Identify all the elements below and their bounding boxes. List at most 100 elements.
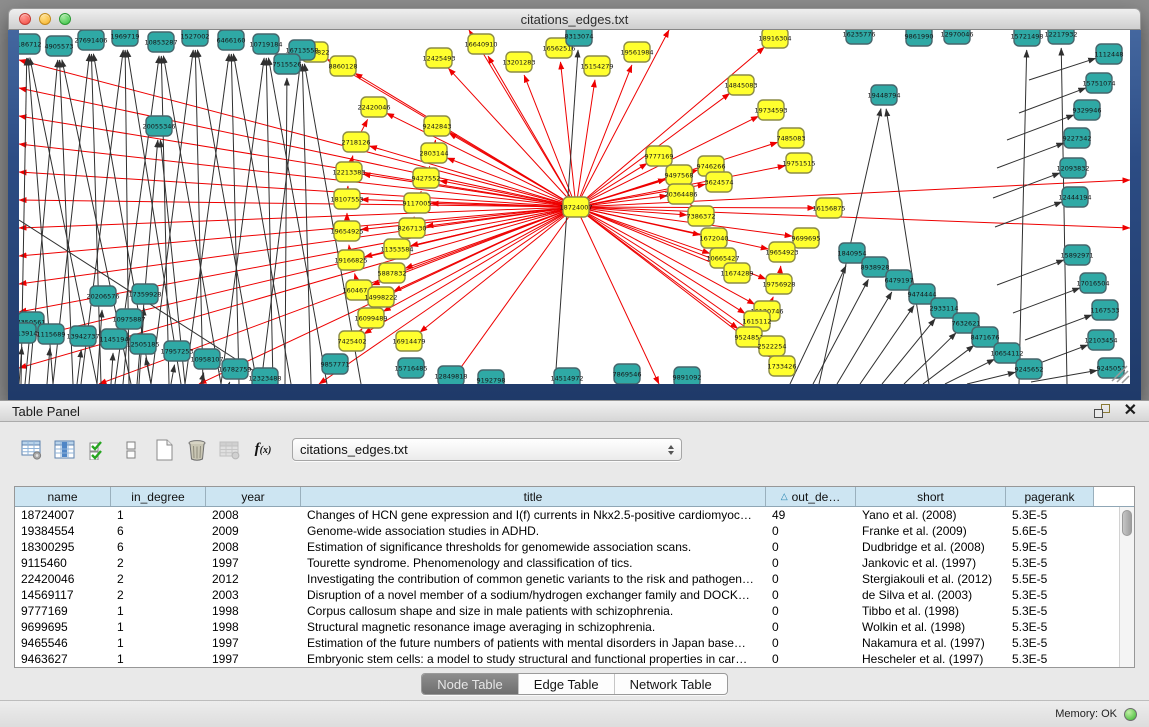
- delete-table-button[interactable]: [218, 438, 242, 462]
- graph-node[interactable]: 15751074: [1082, 73, 1115, 93]
- graph-node[interactable]: 7515526: [273, 54, 302, 74]
- column-header-title[interactable]: title: [301, 487, 766, 506]
- graph-node[interactable]: 9245652: [1015, 359, 1044, 379]
- graph-node[interactable]: 12505185: [126, 334, 159, 354]
- graph-node[interactable]: 16782759: [218, 359, 251, 379]
- graph-node[interactable]: 2186712: [19, 34, 41, 54]
- graph-node[interactable]: 16156875: [812, 198, 845, 218]
- graph-node[interactable]: 9242843: [423, 116, 452, 136]
- table-row[interactable]: 2242004622012Investigating the contribut…: [15, 571, 1134, 587]
- table-row[interactable]: 1456911722003Disruption of a novel membe…: [15, 587, 1134, 603]
- graph-node[interactable]: 14998222: [364, 287, 397, 307]
- graph-node[interactable]: 8313074: [565, 30, 594, 46]
- graph-node[interactable]: 15716485: [394, 358, 427, 378]
- graph-node[interactable]: 19654925: [330, 221, 363, 241]
- graph-node[interactable]: 16914479: [392, 331, 425, 351]
- graph-node[interactable]: 12970046: [940, 30, 973, 44]
- graph-node[interactable]: 12103454: [1084, 330, 1117, 350]
- column-header-short[interactable]: short: [856, 487, 1006, 506]
- graph-node[interactable]: 1115689: [37, 324, 66, 344]
- table-row[interactable]: 1938455462009Genome-wide association stu…: [15, 523, 1134, 539]
- graph-node[interactable]: 1527002: [181, 30, 210, 46]
- graph-node[interactable]: 16099489: [354, 308, 387, 328]
- graph-node[interactable]: 20055346: [142, 116, 175, 136]
- graph-node[interactable]: 19654923: [765, 242, 798, 262]
- column-header-in_degree[interactable]: in_degree: [111, 487, 206, 506]
- column-header-out_degree[interactable]: △out_de…: [766, 487, 856, 506]
- graph-node[interactable]: 9777169: [645, 146, 674, 166]
- table-row[interactable]: 946362711997Embryonic stem cells: a mode…: [15, 651, 1134, 667]
- graph-node[interactable]: 17359928: [128, 284, 161, 304]
- graph-node[interactable]: 9861990: [905, 30, 934, 46]
- close-panel-icon[interactable]: ✕: [1124, 404, 1137, 418]
- graph-node[interactable]: 9192798: [477, 370, 506, 384]
- table-mode-button[interactable]: [20, 438, 44, 462]
- graph-node[interactable]: 1969719: [111, 30, 140, 46]
- graph-node[interactable]: 14845083: [724, 75, 757, 95]
- graph-node[interactable]: 15154279: [580, 56, 613, 76]
- graph-node[interactable]: 12425493: [422, 48, 455, 68]
- scrollbar-thumb[interactable]: [1122, 510, 1132, 536]
- graph-node[interactable]: 9497568: [665, 165, 694, 185]
- graph-node[interactable]: 12217932: [1044, 30, 1077, 44]
- graph-node[interactable]: 11674289: [720, 263, 753, 283]
- row-height-button[interactable]: [119, 438, 143, 462]
- column-header-pagerank[interactable]: pagerank: [1006, 487, 1094, 506]
- column-header-name[interactable]: name: [15, 487, 111, 506]
- graph-node[interactable]: 2718126: [342, 132, 371, 152]
- graph-node[interactable]: 19756928: [762, 274, 795, 294]
- graph-node[interactable]: 15892971: [1060, 245, 1093, 265]
- graph-node[interactable]: 7386372: [687, 206, 716, 226]
- graph-node[interactable]: 15721498: [1010, 30, 1043, 46]
- graph-node[interactable]: 8267130: [398, 218, 427, 238]
- graph-node[interactable]: 12093832: [1056, 158, 1089, 178]
- graph-node[interactable]: 10853287: [144, 32, 177, 52]
- graph-node[interactable]: 9117005: [403, 193, 432, 213]
- graph-node[interactable]: 12444194: [1058, 187, 1091, 207]
- show-column-button[interactable]: [53, 438, 77, 462]
- table-row[interactable]: 1872400712008Changes of HCN gene express…: [15, 507, 1134, 523]
- graph-node[interactable]: 9245052: [1097, 358, 1126, 378]
- graph-node[interactable]: 2522254: [758, 336, 787, 356]
- graph-node[interactable]: 17016504: [1076, 273, 1109, 293]
- vertical-scrollbar[interactable]: [1119, 507, 1134, 667]
- graph-node[interactable]: 16235776: [842, 30, 875, 44]
- graph-node[interactable]: 7425402: [338, 331, 367, 351]
- graph-node[interactable]: 1733426: [768, 356, 797, 376]
- graph-node[interactable]: 9699695: [792, 228, 821, 248]
- table-row[interactable]: 1830029562008Estimation of significance …: [15, 539, 1134, 555]
- memory-status-indicator[interactable]: [1124, 708, 1137, 721]
- float-panel-icon[interactable]: [1094, 404, 1110, 418]
- graph-node[interactable]: 7869546: [613, 364, 642, 384]
- graph-node[interactable]: 8860128: [329, 56, 358, 76]
- graph-node[interactable]: 12213383: [332, 162, 365, 182]
- graph-node[interactable]: 7485083: [777, 128, 806, 148]
- graph-node[interactable]: 18107553: [330, 189, 363, 209]
- graph-node[interactable]: 10975887: [112, 309, 145, 329]
- graph-node[interactable]: 19734593: [754, 100, 787, 120]
- tab-node-table[interactable]: Node Table: [422, 674, 518, 694]
- graph-node[interactable]: 11353584: [380, 239, 413, 259]
- column-header-year[interactable]: year: [206, 487, 301, 506]
- graph-node[interactable]: 3624574: [705, 172, 734, 192]
- create-column-button[interactable]: [152, 438, 176, 462]
- graph-node[interactable]: 9329946: [1073, 100, 1102, 120]
- graph-node[interactable]: 18916304: [758, 30, 791, 48]
- graph-node[interactable]: 9857771: [321, 354, 350, 374]
- graph-node[interactable]: 9227342: [1063, 128, 1092, 148]
- graph-node[interactable]: 9427552: [412, 168, 441, 188]
- graph-node[interactable]: 19561984: [620, 42, 653, 62]
- graph-node[interactable]: 9891092: [673, 367, 702, 384]
- table-row[interactable]: 946554611997Estimation of the future num…: [15, 635, 1134, 651]
- graph-node[interactable]: 6466160: [217, 30, 246, 50]
- table-panel-titlebar[interactable]: Table Panel ✕: [0, 400, 1149, 422]
- graph-node[interactable]: 1112448: [1095, 44, 1124, 64]
- tab-network-table[interactable]: Network Table: [614, 674, 727, 694]
- table-selector-dropdown[interactable]: citations_edges.txt: [292, 438, 682, 461]
- delete-column-button[interactable]: [185, 438, 209, 462]
- graph-node[interactable]: 22420046: [357, 97, 390, 117]
- graph-node[interactable]: 27691406: [74, 30, 107, 50]
- select-rows-button[interactable]: [86, 438, 110, 462]
- graph-node[interactable]: 14514972: [550, 368, 583, 384]
- tab-edge-table[interactable]: Edge Table: [518, 674, 614, 694]
